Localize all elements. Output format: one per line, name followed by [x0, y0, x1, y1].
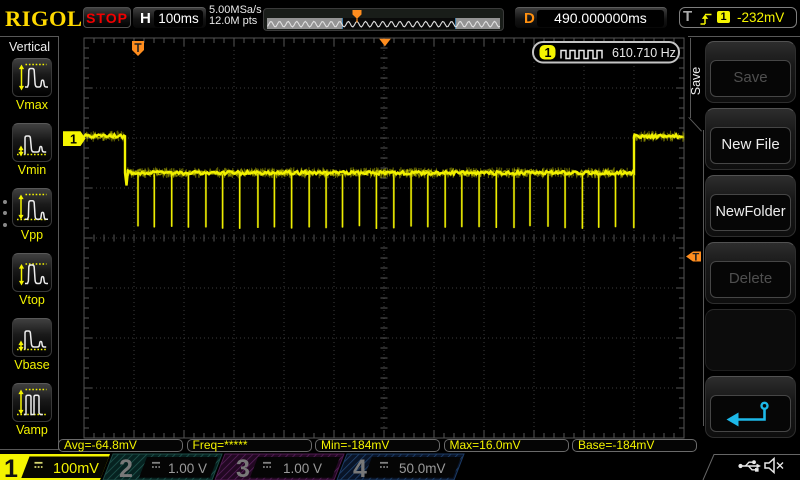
svg-text:4: 4 [353, 455, 367, 480]
svg-text:50.0mV: 50.0mV [399, 461, 446, 476]
svg-text:100mV: 100mV [53, 461, 99, 477]
svg-text:610.710 Hz: 610.710 Hz [612, 46, 676, 60]
svg-text:2: 2 [119, 455, 133, 480]
svg-text:1.00 V: 1.00 V [168, 461, 207, 476]
svg-text:1: 1 [545, 46, 552, 60]
svg-text:1: 1 [4, 455, 18, 480]
svg-text:1: 1 [70, 132, 77, 146]
svg-text:1.00 V: 1.00 V [283, 461, 322, 476]
svg-text:T: T [693, 252, 700, 264]
svg-text:3: 3 [236, 455, 250, 480]
